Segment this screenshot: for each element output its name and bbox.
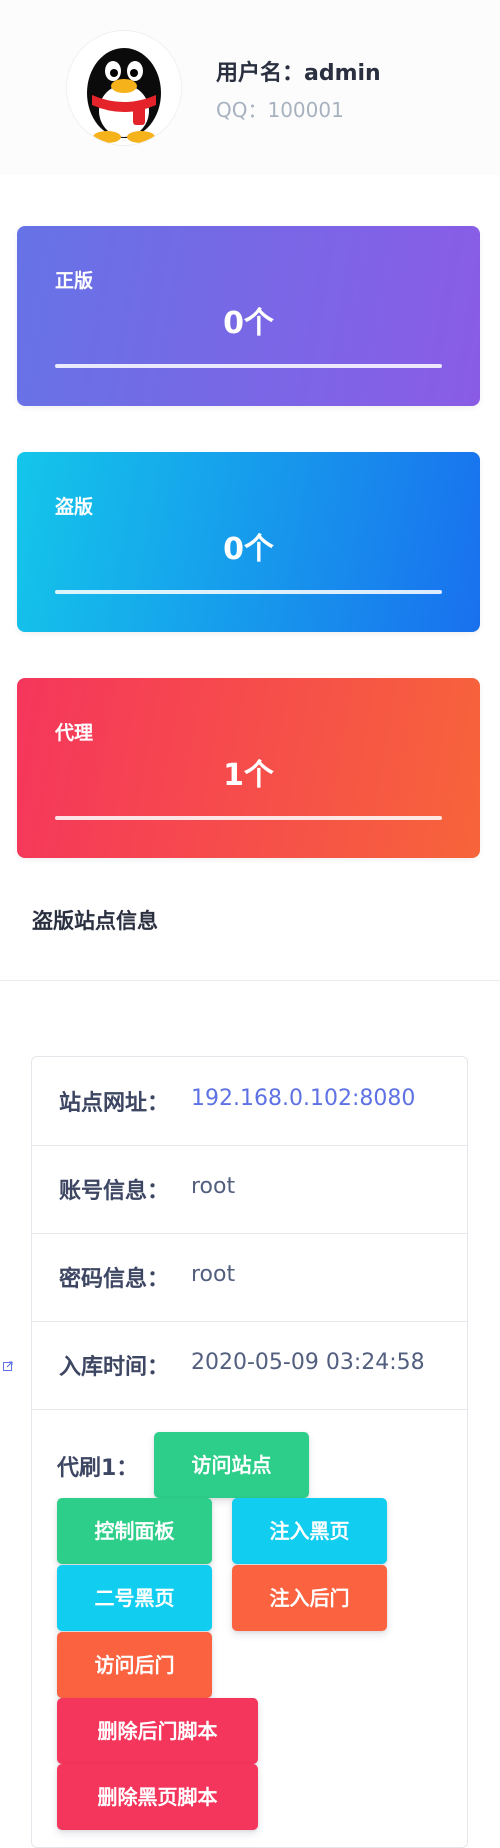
- genuine-bar: [55, 364, 442, 368]
- account-row: 账号信息： root: [32, 1145, 467, 1234]
- inject-backdoor-button[interactable]: 注入后门: [232, 1565, 387, 1631]
- time-row: 入库时间： 2020-05-09 03:24:58: [32, 1321, 467, 1410]
- time-label: 入库时间：: [59, 1355, 170, 1380]
- genuine-label: 正版: [55, 270, 94, 292]
- pirated-count: 0个: [223, 532, 274, 567]
- delete-blackpage-script-button[interactable]: 删除黑页脚本: [57, 1764, 258, 1830]
- section-title: 盗版站点信息: [32, 909, 158, 933]
- site-url-row: 站点网址： 192.168.0.102:8080: [32, 1057, 467, 1146]
- password-label: 密码信息：: [59, 1267, 170, 1292]
- password-row: 密码信息： root: [32, 1233, 467, 1322]
- genuine-count: 0个: [223, 306, 274, 341]
- section-divider: [0, 980, 500, 981]
- time-value: 2020-05-09 03:24:58: [191, 1350, 425, 1375]
- visit-site-button[interactable]: 访问站点: [154, 1432, 309, 1498]
- account-label: 账号信息：: [59, 1179, 170, 1204]
- username-label: 用户名：admin: [216, 61, 381, 86]
- external-link-icon[interactable]: [3, 1361, 13, 1371]
- site-url-link[interactable]: 192.168.0.102:8080: [191, 1086, 415, 1111]
- qq-label: QQ：100001: [216, 98, 344, 122]
- agent-label: 代理: [55, 722, 94, 744]
- agent-bar: [55, 816, 442, 820]
- blackpage-two-button[interactable]: 二号黑页: [57, 1565, 212, 1631]
- pirated-count-card: 盗版 0个: [17, 452, 480, 632]
- visit-backdoor-button[interactable]: 访问后门: [57, 1632, 212, 1698]
- avatar: [66, 30, 182, 146]
- genuine-count-card: 正版 0个: [17, 226, 480, 406]
- ops-label: 代刷1：: [57, 1456, 139, 1481]
- qq-penguin-icon: [87, 48, 161, 143]
- inject-blackpage-button[interactable]: 注入黑页: [232, 1498, 387, 1564]
- agent-count: 1个: [223, 758, 274, 793]
- control-panel-button[interactable]: 控制面板: [57, 1498, 212, 1564]
- profile-header: 用户名：admin QQ：100001: [0, 0, 500, 175]
- pirated-label: 盗版: [55, 496, 94, 518]
- delete-backdoor-script-button[interactable]: 删除后门脚本: [57, 1698, 258, 1764]
- password-value: root: [191, 1262, 236, 1287]
- account-value: root: [191, 1174, 236, 1199]
- pirated-bar: [55, 590, 442, 594]
- agent-count-card: 代理 1个: [17, 678, 480, 858]
- site-url-label: 站点网址：: [59, 1091, 170, 1116]
